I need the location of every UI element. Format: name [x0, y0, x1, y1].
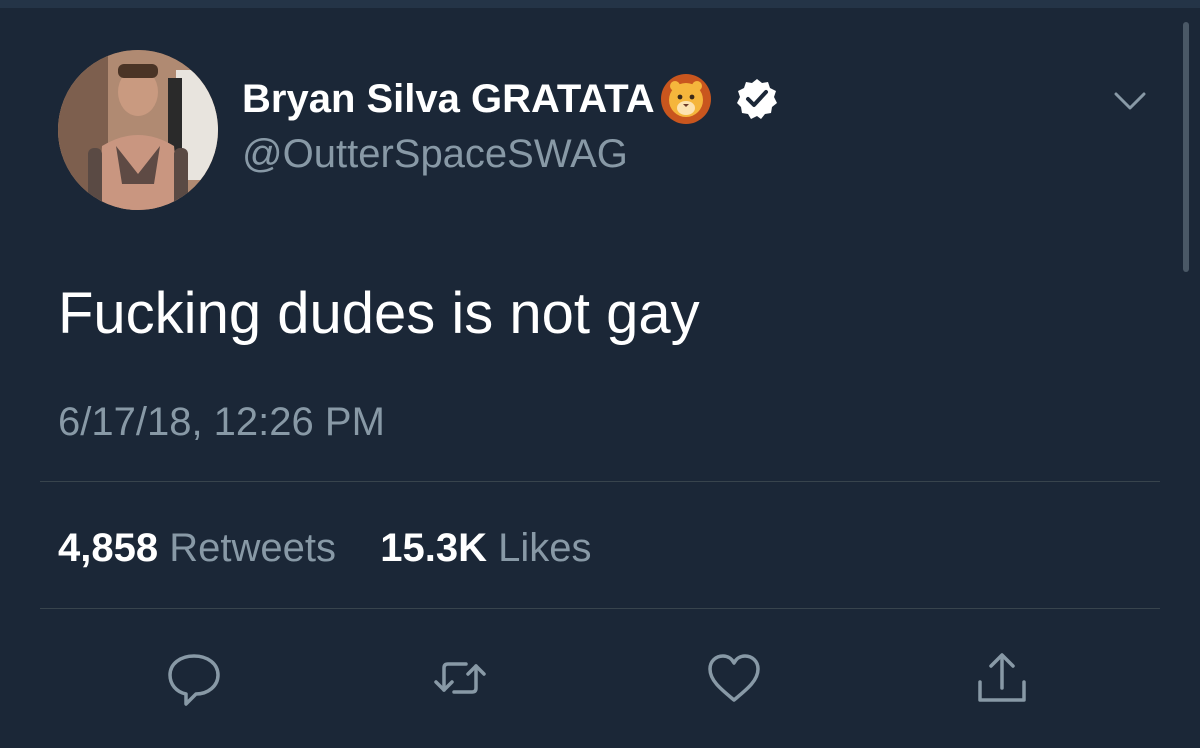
likes-stat[interactable]: 15.3K Likes	[380, 526, 591, 570]
likes-count: 15.3K	[380, 526, 487, 570]
retweets-stat[interactable]: 4,858 Retweets	[58, 526, 347, 570]
retweet-button[interactable]	[430, 648, 490, 708]
display-name-text: Bryan Silva GRATATA	[242, 76, 655, 121]
likes-label: Likes	[498, 526, 592, 570]
tweet-text: Fucking dudes is not gay	[58, 281, 700, 346]
retweets-label: Retweets	[169, 526, 336, 570]
share-button[interactable]	[972, 648, 1032, 708]
timestamp: 6/17/18, 12:26 PM	[58, 400, 385, 444]
scrollbar[interactable]	[1183, 22, 1189, 272]
tweet-stats: 4,858 Retweets 15.3K Likes	[58, 526, 592, 571]
reply-icon	[168, 654, 220, 706]
retweet-icon	[434, 662, 486, 694]
top-edge	[0, 0, 1200, 8]
tweet-detail: Bryan Silva GRATATA @OutterSpaceSWAG Fuc…	[0, 8, 1200, 748]
reply-button[interactable]	[164, 648, 224, 708]
verified-icon	[735, 77, 779, 121]
avatar[interactable]	[58, 50, 218, 210]
display-name[interactable]: Bryan Silva GRATATA	[242, 72, 779, 126]
share-icon	[978, 653, 1026, 702]
lion-icon	[659, 72, 713, 126]
retweets-count: 4,858	[58, 526, 159, 570]
like-icon	[708, 654, 760, 702]
divider	[40, 481, 1160, 482]
chevron-down-icon[interactable]	[1110, 86, 1150, 116]
user-handle[interactable]: @OutterSpaceSWAG	[242, 132, 628, 177]
divider	[40, 608, 1160, 609]
like-button[interactable]	[704, 648, 764, 708]
